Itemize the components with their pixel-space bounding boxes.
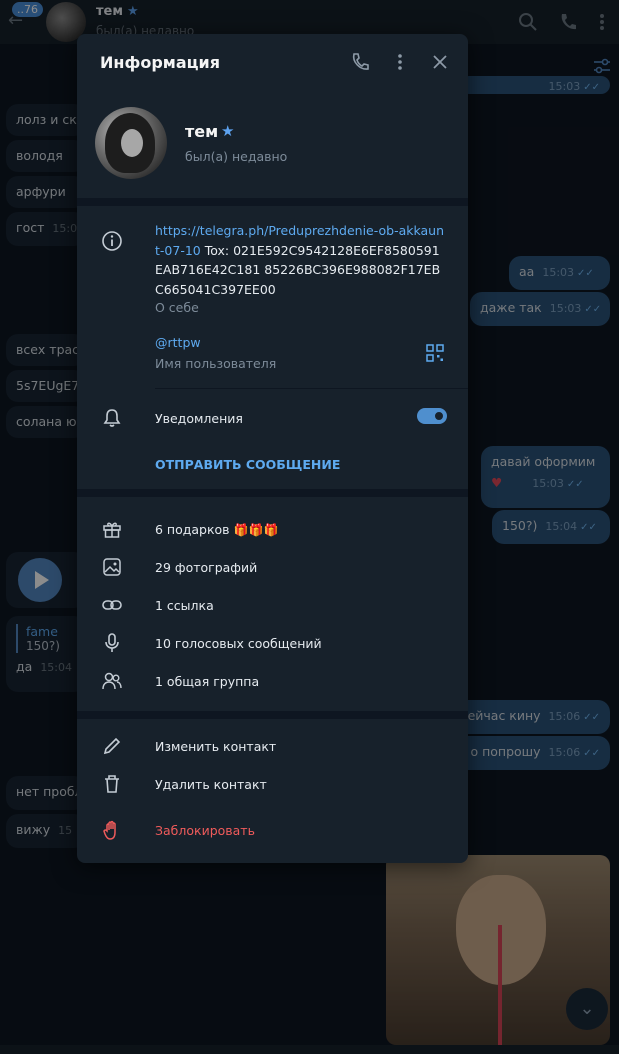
delete-contact-button[interactable]: Удалить контакт (155, 777, 267, 792)
block-button[interactable]: Заблокировать (155, 823, 255, 838)
profile-name: тем (185, 122, 219, 141)
bell-icon (103, 409, 121, 427)
notifications-label: Уведомления (155, 411, 243, 426)
phone-icon[interactable] (350, 52, 370, 72)
link-icon (102, 600, 122, 610)
gift-preview-icon: 🎁🎁🎁 (233, 523, 279, 537)
section-separator (77, 198, 468, 206)
block-hand-icon (103, 820, 116, 840)
premium-star-icon[interactable]: ★ (221, 122, 234, 140)
photo-icon (103, 558, 121, 576)
info-panel: Информация тем ★ был(а) недавно https://… (77, 34, 468, 863)
links-row[interactable]: 1 ссылка (155, 598, 214, 613)
more-vertical-icon[interactable] (390, 52, 410, 72)
edit-contact-button[interactable]: Изменить контакт (155, 739, 276, 754)
close-icon[interactable] (430, 52, 450, 72)
microphone-icon (105, 633, 119, 652)
common-groups-row[interactable]: 1 общая группа (155, 674, 259, 689)
bio-label: О себе (155, 300, 199, 315)
voice-messages-row[interactable]: 10 голосовых сообщений (155, 636, 322, 651)
panel-title: Информация (100, 53, 220, 72)
photos-row[interactable]: 29 фотографий (155, 560, 257, 575)
profile-avatar[interactable] (95, 107, 167, 179)
send-message-button[interactable]: ОТПРАВИТЬ СООБЩЕНИЕ (155, 457, 340, 472)
profile-status: был(а) недавно (185, 149, 288, 164)
divider (155, 388, 468, 389)
gift-icon (103, 522, 121, 538)
info-icon (102, 231, 122, 251)
username[interactable]: @rttpw (155, 335, 201, 350)
notifications-toggle[interactable] (417, 408, 447, 424)
bio-text: https://telegra.ph/Preduprezhdenie-ob-ak… (155, 223, 445, 297)
section-separator (77, 711, 468, 719)
gifts-row[interactable]: 6 подарков 🎁🎁🎁 (155, 522, 278, 537)
qr-code-icon[interactable] (426, 344, 444, 362)
pencil-icon (103, 737, 121, 755)
group-icon (102, 672, 122, 690)
trash-icon (105, 775, 119, 793)
username-label: Имя пользователя (155, 356, 277, 371)
section-separator (77, 489, 468, 497)
